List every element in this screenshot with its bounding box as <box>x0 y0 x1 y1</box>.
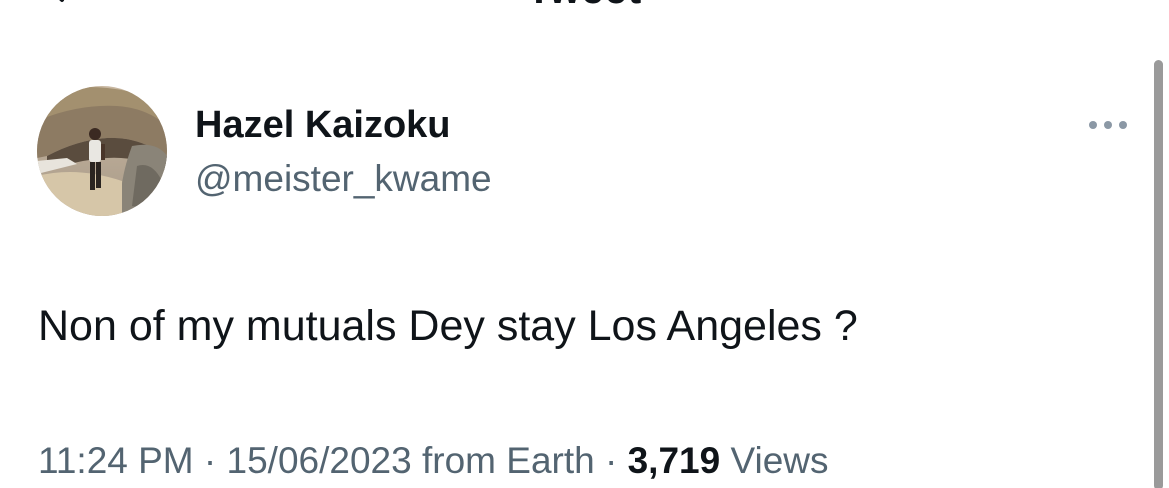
tweet-page: Tweet <box>0 0 1169 488</box>
author-handle[interactable]: @meister_kwame <box>195 158 492 200</box>
source-text: from Earth <box>421 440 595 481</box>
tweet-text: Non of my mutuals Dey stay Los Angeles ? <box>38 302 858 350</box>
views-count[interactable]: 3,719 <box>628 440 721 481</box>
tweet-source: from Earth <box>422 440 605 481</box>
tweet-meta: 11:24 PM · 15/06/2023 from Earth · 3,719… <box>38 440 829 482</box>
meta-separator-2: · <box>605 440 628 481</box>
meta-separator: · <box>204 440 227 481</box>
tweet-time[interactable]: 11:24 PM <box>38 440 194 481</box>
avatar[interactable] <box>37 86 167 216</box>
tweet-date[interactable]: 15/06/2023 <box>227 440 412 481</box>
views-label-text: Views <box>730 440 829 481</box>
more-horizontal-icon[interactable] <box>1085 112 1131 138</box>
author-name[interactable]: Hazel Kaizoku <box>195 104 451 147</box>
scrollbar[interactable] <box>1154 60 1163 488</box>
page-title: Tweet <box>0 0 1169 13</box>
top-header: Tweet <box>0 0 1169 12</box>
separator-dot-2: · <box>604 440 618 481</box>
views-label: Views <box>730 440 828 481</box>
separator-dot: · <box>203 440 217 481</box>
